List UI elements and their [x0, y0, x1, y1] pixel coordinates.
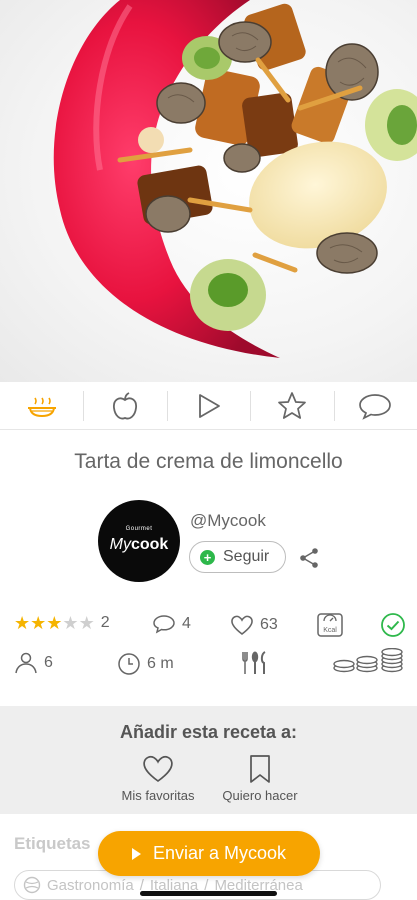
kcal-label: Kcal [323, 627, 337, 634]
heart-icon [231, 615, 253, 636]
add-to-want-to-make-button[interactable]: Quiero hacer [205, 754, 315, 803]
star-filled-icon: ★ [46, 613, 63, 633]
send-label: Enviar a Mycook [152, 843, 287, 863]
logo-small-text: Gourmet [125, 526, 153, 532]
tag-globe-icon [23, 876, 41, 894]
tags-title: Etiquetas [14, 834, 91, 853]
tag-item[interactable]: Gastronomía [47, 877, 134, 894]
comment-icon [153, 615, 175, 634]
calories-stat[interactable]: Kcal [316, 612, 344, 638]
rating-stars: ★ ★ ★ ★ ★ [14, 614, 95, 632]
tab-video[interactable] [166, 382, 250, 429]
home-indicator[interactable] [140, 891, 277, 896]
recipe-title: Tarta de crema de limoncello [74, 450, 343, 473]
tab-nutrition[interactable] [83, 382, 166, 429]
send-to-mycook-button[interactable]: Enviar a Mycook [98, 831, 320, 876]
heart-icon [143, 755, 173, 783]
kcal-scale-icon: Kcal [317, 613, 343, 637]
comments-count: 4 [182, 615, 191, 632]
apple-icon [113, 391, 138, 419]
person-icon [15, 652, 37, 674]
cutlery-icon [242, 651, 266, 674]
dish-illustration [53, 0, 417, 358]
time-value: 6 m [147, 655, 174, 672]
comment-icon [359, 393, 392, 420]
bookmark-icon [250, 755, 270, 783]
cost-stat [332, 648, 408, 674]
likes-stat[interactable]: 63 [230, 614, 278, 636]
cooking-pot-icon [27, 397, 56, 417]
follow-button[interactable]: + Seguir [189, 541, 286, 573]
author-handle[interactable]: @Mycook [190, 511, 266, 531]
author-avatar[interactable]: Gourmet Mycook [98, 500, 180, 582]
likes-count: 63 [260, 616, 278, 633]
recipe-photo [0, 0, 417, 382]
plus-icon: + [200, 549, 215, 565]
clock-icon [118, 653, 140, 675]
verified-stat [380, 612, 406, 638]
star-filled-icon: ★ [14, 613, 31, 633]
tab-comments[interactable] [333, 382, 417, 429]
add-recipe-title: Añadir esta receta a: [119, 722, 298, 742]
play-icon [131, 847, 141, 860]
tab-recipe[interactable] [0, 382, 83, 429]
tab-rating[interactable] [250, 382, 333, 429]
share-icon[interactable] [298, 547, 320, 569]
play-icon [198, 393, 220, 418]
add-to-favorites-button[interactable]: Mis favoritas [103, 754, 213, 803]
star-empty-icon: ★ [62, 613, 79, 633]
recipe-stats: ★ ★ ★ ★ ★ 2 4 63 Kcal 6 6 m [14, 612, 408, 675]
author-block: Gourmet Mycook @Mycook + Seguir [98, 500, 358, 582]
recipe-tab-bar [0, 382, 417, 430]
star-empty-icon: ★ [78, 613, 95, 633]
add-recipe-section: Añadir esta receta a: Mis favoritas Quie… [0, 706, 417, 814]
star-filled-icon: ★ [30, 613, 47, 633]
time-stat: 6 m [117, 652, 174, 676]
logo-brand: Mycook [109, 536, 169, 553]
servings-count: 6 [44, 654, 53, 671]
servings-stat: 6 [14, 652, 53, 674]
favorites-label: Mis favoritas [121, 788, 195, 803]
difficulty-stat [240, 650, 270, 676]
want-to-make-label: Quiero hacer [222, 788, 298, 803]
follow-label: Seguir [223, 548, 270, 565]
comments-stat[interactable]: 4 [152, 614, 191, 634]
check-circle-icon [381, 613, 405, 637]
star-icon [278, 391, 306, 419]
rating-stat[interactable]: ★ ★ ★ ★ ★ 2 [14, 614, 110, 632]
rating-count: 2 [100, 614, 110, 631]
coins-icon [333, 648, 403, 673]
